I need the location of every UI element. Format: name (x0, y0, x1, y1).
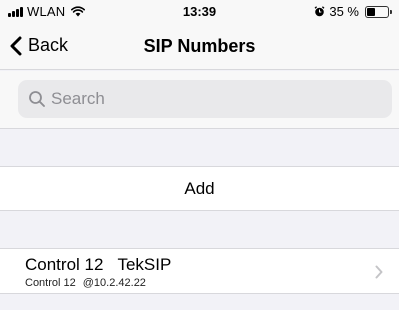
item-subtitle-name: Control 12 (25, 277, 76, 289)
item-subtitle-address: @10.2.42.22 (82, 277, 146, 289)
status-right: 35 % (314, 4, 392, 19)
navigation-bar: Back SIP Numbers (0, 22, 399, 70)
section-spacer (0, 129, 399, 166)
status-bar: WLAN 13:39 35 % (0, 0, 399, 22)
item-subtitle: Control 12 @10.2.42.22 (25, 277, 146, 289)
battery-cap (390, 9, 392, 14)
add-label: Add (184, 178, 215, 198)
battery-percent: 35 % (329, 4, 359, 19)
search-placeholder: Search (51, 89, 105, 108)
item-title: Control 12 TekSIP (25, 255, 171, 275)
search-area: Search (0, 71, 399, 129)
list-item[interactable]: Control 12 TekSIP Control 12 @10.2.42.22 (0, 248, 399, 294)
section-spacer (0, 211, 399, 248)
add-button[interactable]: Add (0, 166, 399, 211)
battery-fill (367, 7, 375, 16)
chevron-left-icon (10, 36, 22, 55)
item-type: TekSIP (117, 255, 172, 274)
back-label: Back (28, 35, 69, 55)
item-name: Control 12 (25, 255, 104, 274)
search-input[interactable]: Search (18, 80, 392, 118)
chevron-right-icon (375, 265, 383, 279)
battery-icon (365, 5, 392, 18)
search-icon (29, 91, 45, 107)
back-button[interactable]: Back (10, 35, 68, 56)
alarm-icon (314, 6, 325, 17)
